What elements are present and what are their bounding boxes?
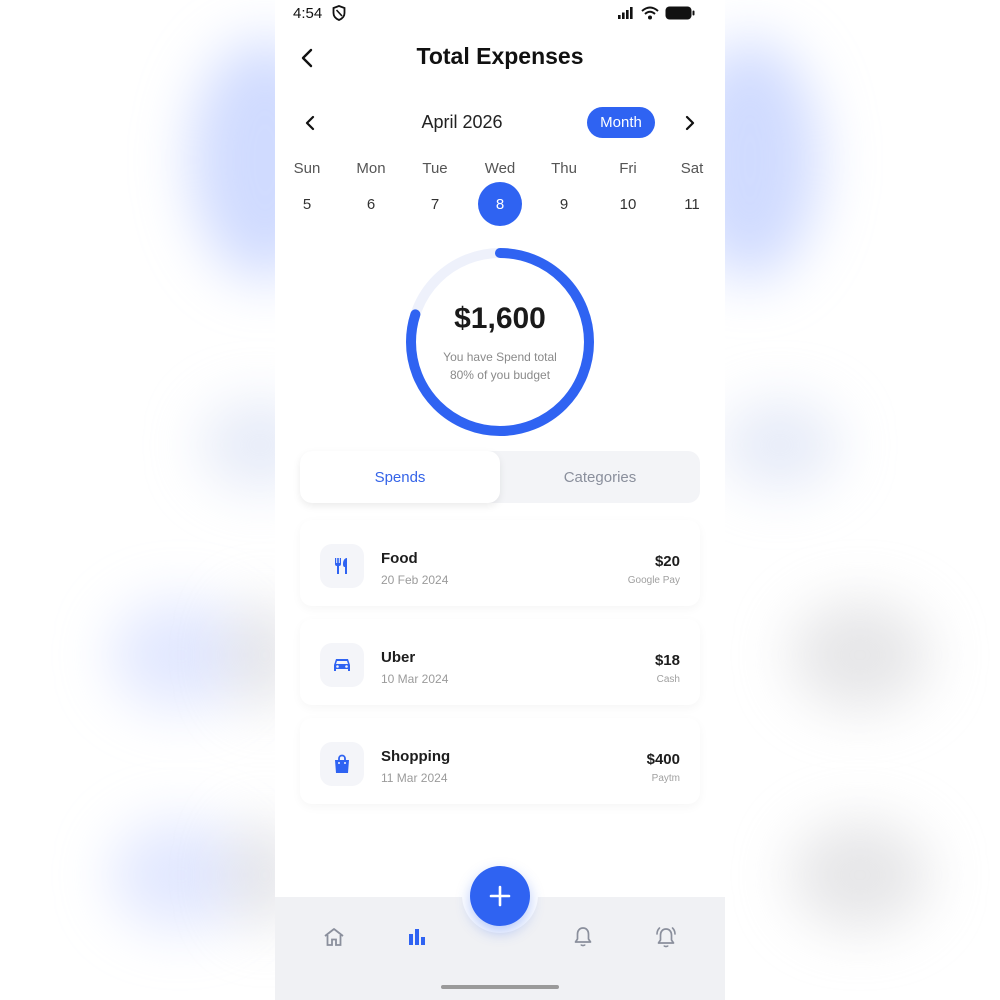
- car-icon: [320, 643, 364, 687]
- day-number: 6: [366, 195, 376, 213]
- week-strip: Sun 5 Mon 6 Tue 7 Wed 8 Thu 9 Fri 10 Sat…: [275, 158, 725, 228]
- alarm-bell-icon: [656, 927, 676, 948]
- day-number: 9: [559, 195, 569, 213]
- day-name: Tue: [422, 160, 448, 177]
- bell-icon: [574, 927, 592, 947]
- tab-categories[interactable]: Categories: [500, 451, 700, 503]
- payment-method: Google Pay: [627, 575, 680, 586]
- day-name: Thu: [551, 160, 577, 177]
- budget-caption: You have Spend total 80% of you budget: [443, 350, 557, 382]
- transaction-date: 11 Mar 2024: [381, 771, 448, 785]
- transaction-item[interactable]: Uber 10 Mar 2024 $18 Cash: [300, 619, 700, 705]
- day-sat[interactable]: Sat 11: [667, 158, 717, 228]
- payment-method: Paytm: [651, 773, 680, 784]
- month-navigator: April 2026 Month: [275, 105, 725, 141]
- shopping-bag-icon: [320, 742, 364, 786]
- payment-method: Cash: [656, 674, 680, 685]
- transaction-name: Shopping: [381, 748, 451, 765]
- day-mon[interactable]: Mon 6: [346, 158, 396, 228]
- budget-ring: $1,600 You have Spend total 80% of you b…: [400, 242, 600, 442]
- day-name: Sun: [293, 160, 321, 177]
- shield-icon: [332, 5, 346, 26]
- day-thu[interactable]: Thu 9: [539, 158, 589, 228]
- wifi-icon: [641, 6, 659, 25]
- transaction-amount: $18: [654, 652, 680, 669]
- nav-stats[interactable]: [402, 922, 432, 952]
- transaction-item[interactable]: Shopping 11 Mar 2024 $400 Paytm: [300, 718, 700, 804]
- status-bar: 4:54: [275, 0, 725, 28]
- day-number: 10: [619, 195, 637, 213]
- page-title: Total Expenses: [416, 43, 584, 69]
- previous-month-button[interactable]: [297, 110, 323, 136]
- total-amount: $1,600: [454, 302, 546, 335]
- header: Total Expenses: [275, 38, 725, 78]
- day-tue[interactable]: Tue 7: [410, 158, 460, 228]
- day-wed[interactable]: Wed 8: [475, 158, 525, 228]
- plus-icon: [489, 885, 511, 907]
- transaction-date: 20 Feb 2024: [381, 573, 449, 587]
- transaction-name: Uber: [381, 649, 416, 666]
- nav-notifications[interactable]: [568, 922, 598, 952]
- add-expense-button[interactable]: [470, 866, 530, 926]
- chevron-right-icon: [685, 115, 695, 131]
- nav-home[interactable]: [319, 922, 349, 952]
- chevron-left-icon: [305, 115, 315, 131]
- day-number: 11: [684, 195, 700, 213]
- bar-chart-icon: [409, 929, 425, 945]
- day-name: Sat: [680, 160, 704, 177]
- period-toggle-button[interactable]: Month: [587, 107, 655, 138]
- phone-screen: 4:54 Total Expenses April 2026 Month Sun…: [275, 0, 725, 1000]
- tab-spends[interactable]: Spends: [300, 451, 500, 503]
- transaction-amount: $20: [654, 553, 680, 570]
- home-indicator[interactable]: [441, 985, 559, 989]
- day-fri[interactable]: Fri 10: [603, 158, 653, 228]
- battery-icon: [665, 6, 695, 25]
- day-number: 7: [430, 195, 440, 213]
- day-name: Mon: [356, 160, 386, 177]
- home-icon: [324, 928, 344, 946]
- transaction-name: Food: [381, 550, 418, 567]
- nav-alarms[interactable]: [651, 922, 681, 952]
- signal-icon: [617, 6, 635, 25]
- transaction-date: 10 Mar 2024: [381, 672, 449, 686]
- transaction-amount: $400: [646, 751, 680, 768]
- status-time: 4:54: [293, 5, 323, 22]
- day-number: 5: [302, 195, 312, 213]
- month-label: April 2026: [421, 112, 503, 132]
- selected-day-number: 8: [478, 182, 522, 226]
- fork-knife-icon: [320, 544, 364, 588]
- transaction-item[interactable]: Food 20 Feb 2024 $20 Google Pay: [300, 520, 700, 606]
- day-name: Wed: [484, 160, 516, 177]
- day-sun[interactable]: Sun 5: [282, 158, 332, 228]
- day-name: Fri: [619, 160, 637, 177]
- next-month-button[interactable]: [677, 110, 703, 136]
- tab-bar: Spends Categories: [300, 451, 700, 503]
